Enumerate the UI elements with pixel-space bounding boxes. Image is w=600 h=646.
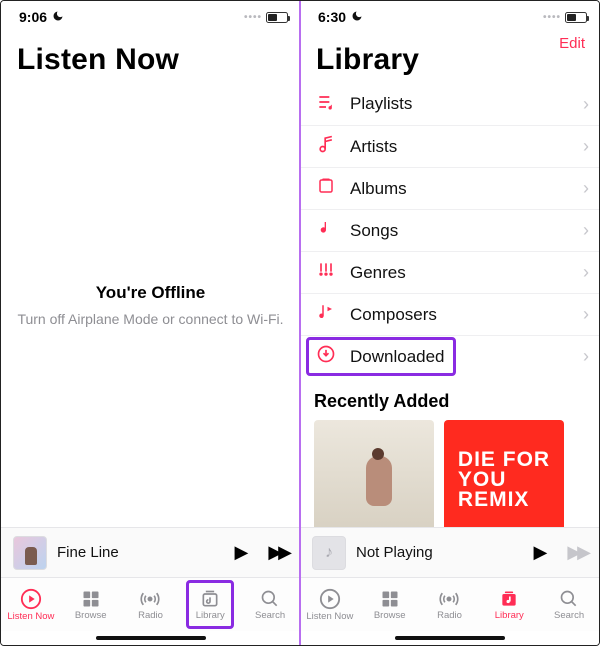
- grid-icon: [380, 589, 400, 609]
- row-songs[interactable]: Songs ›: [300, 209, 599, 251]
- status-time: 9:06: [19, 9, 47, 25]
- tab-label: Search: [554, 610, 584, 621]
- mini-player[interactable]: Fine Line ▶ ▶▶: [1, 527, 300, 577]
- library-list: Playlists › Artists › Albums › Songs ›: [300, 83, 599, 377]
- mini-player-track: Fine Line: [57, 544, 119, 561]
- tab-bar: Listen Now Browse Radio Library Search: [300, 577, 599, 631]
- next-icon[interactable]: ▶▶: [268, 542, 288, 563]
- offline-message: You're Offline Turn off Airplane Mode or…: [1, 83, 300, 527]
- tab-browse[interactable]: Browse: [360, 578, 420, 631]
- row-downloaded[interactable]: Downloaded ›: [300, 335, 599, 377]
- tab-browse[interactable]: Browse: [61, 578, 121, 631]
- recently-added-grid: DIE FOR YOU REMIX: [300, 420, 599, 527]
- offline-body: Turn off Airplane Mode or connect to Wi-…: [17, 311, 283, 327]
- playlists-icon: [314, 92, 338, 117]
- play-icon[interactable]: ▶: [234, 542, 248, 563]
- chevron-right-icon: ›: [583, 220, 589, 241]
- battery-icon: [266, 12, 288, 23]
- tab-search[interactable]: Search: [539, 578, 599, 631]
- search-icon: [260, 589, 280, 609]
- phone-listen-now: 9:06 •••• Listen Now You're Offline Turn…: [1, 1, 300, 645]
- row-label: Songs: [350, 221, 398, 241]
- radio-icon: [139, 589, 161, 609]
- highlight-box: [306, 337, 456, 376]
- tab-radio[interactable]: Radio: [121, 578, 181, 631]
- row-artists[interactable]: Artists ›: [300, 125, 599, 167]
- tab-listen-now[interactable]: Listen Now: [1, 578, 61, 631]
- tab-label: Browse: [374, 610, 406, 621]
- tab-label: Listen Now: [306, 611, 353, 622]
- album-text-line: YOU: [458, 470, 550, 490]
- mini-player-track: Not Playing: [356, 544, 433, 561]
- phone-divider: [299, 1, 301, 645]
- chevron-right-icon: ›: [583, 346, 589, 367]
- composers-icon: [314, 302, 338, 327]
- row-label: Composers: [350, 305, 437, 325]
- home-indicator: [1, 631, 300, 645]
- play-circle-icon: [20, 588, 42, 610]
- chevron-right-icon: ›: [583, 94, 589, 115]
- album-text-line: DIE FOR: [458, 450, 550, 470]
- tab-listen-now[interactable]: Listen Now: [300, 578, 360, 631]
- row-albums[interactable]: Albums ›: [300, 167, 599, 209]
- tab-bar: Listen Now Browse Radio Library Search: [1, 577, 300, 631]
- page-title: Listen Now: [1, 29, 300, 83]
- album-artwork[interactable]: DIE FOR YOU REMIX: [444, 420, 564, 527]
- album-artwork[interactable]: [314, 420, 434, 527]
- play-icon[interactable]: ▶: [533, 542, 547, 563]
- signal-dots-icon: ••••: [244, 12, 262, 23]
- status-bar: 9:06 ••••: [1, 1, 300, 29]
- moon-icon: [52, 9, 64, 25]
- edit-button[interactable]: Edit: [559, 35, 585, 52]
- chevron-right-icon: ›: [583, 178, 589, 199]
- battery-icon: [565, 12, 587, 23]
- genres-icon: [314, 260, 338, 285]
- row-label: Playlists: [350, 94, 412, 114]
- signal-dots-icon: ••••: [543, 12, 561, 23]
- status-time: 6:30: [318, 9, 346, 25]
- artists-icon: [314, 134, 338, 159]
- radio-icon: [438, 589, 460, 609]
- tab-radio[interactable]: Radio: [420, 578, 480, 631]
- mini-player[interactable]: ♪ Not Playing ▶ ▶▶: [300, 527, 599, 577]
- tab-label: Listen Now: [7, 611, 54, 622]
- recently-added-title: Recently Added: [300, 377, 599, 420]
- row-composers[interactable]: Composers ›: [300, 293, 599, 335]
- grid-icon: [81, 589, 101, 609]
- screenshot-pair: 9:06 •••• Listen Now You're Offline Turn…: [0, 0, 600, 646]
- chevron-right-icon: ›: [583, 304, 589, 325]
- tab-label: Radio: [138, 610, 163, 621]
- play-circle-icon: [319, 588, 341, 610]
- tab-library[interactable]: Library: [180, 578, 240, 631]
- albums-icon: [314, 177, 338, 200]
- library-icon: [499, 589, 519, 609]
- songs-icon: [314, 218, 338, 243]
- tab-label: Library: [495, 610, 524, 621]
- tab-label: Search: [255, 610, 285, 621]
- row-label: Artists: [350, 137, 397, 157]
- moon-icon: [351, 9, 363, 25]
- status-bar: 6:30 ••••: [300, 1, 599, 29]
- highlight-box: [186, 580, 234, 629]
- row-genres[interactable]: Genres ›: [300, 251, 599, 293]
- row-label: Albums: [350, 179, 407, 199]
- chevron-right-icon: ›: [583, 136, 589, 157]
- row-label: Genres: [350, 263, 406, 283]
- album-art-icon: [13, 536, 47, 570]
- search-icon: [559, 589, 579, 609]
- tab-label: Browse: [75, 610, 107, 621]
- album-text-line: REMIX: [458, 490, 550, 510]
- library-content: Playlists › Artists › Albums › Songs ›: [300, 83, 599, 527]
- tab-search[interactable]: Search: [240, 578, 300, 631]
- home-indicator: [300, 631, 599, 645]
- chevron-right-icon: ›: [583, 262, 589, 283]
- tab-library[interactable]: Library: [479, 578, 539, 631]
- phone-library: 6:30 •••• Edit Library Playlists ›: [300, 1, 599, 645]
- next-icon[interactable]: ▶▶: [567, 542, 587, 563]
- offline-heading: You're Offline: [96, 283, 206, 303]
- tab-label: Radio: [437, 610, 462, 621]
- page-title: Library: [300, 29, 599, 83]
- row-playlists[interactable]: Playlists ›: [300, 83, 599, 125]
- album-art-icon: ♪: [312, 536, 346, 570]
